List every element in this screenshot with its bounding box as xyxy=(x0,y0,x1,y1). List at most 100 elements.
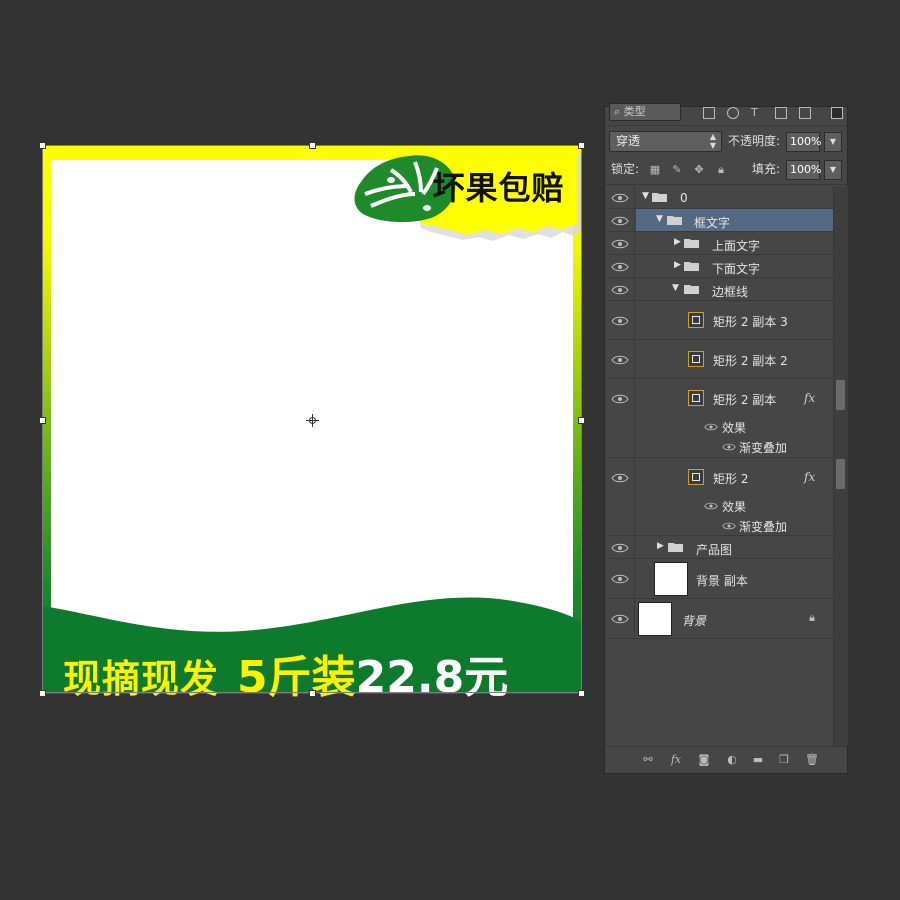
folder-open-icon xyxy=(652,193,667,202)
transform-handle-bottom-right[interactable] xyxy=(578,690,585,697)
eye-icon[interactable] xyxy=(611,215,629,227)
new-layer-icon[interactable]: ❐ xyxy=(777,753,791,766)
search-icon: ⌕ xyxy=(614,105,621,118)
slogan-price: 22.8 xyxy=(355,652,465,703)
delete-layer-trash-icon[interactable]: 🗑︎ xyxy=(805,753,819,766)
layer-name: 背景 副本 xyxy=(696,574,748,588)
opacity-dropdown-icon[interactable]: ▼ xyxy=(824,132,842,152)
layer-row-background[interactable]: 背景 🔒︎ xyxy=(605,599,833,639)
eye-icon[interactable] xyxy=(611,542,629,554)
effect-gradient-overlay[interactable]: 渐变叠加 xyxy=(739,518,787,535)
layers-footer-toolbar: ⚯ fx ◙ ◐ ▬ ❐ 🗑︎ xyxy=(605,746,847,773)
layer-row-group-top-text[interactable]: ▶ 上面文字 xyxy=(605,232,833,255)
eye-icon[interactable] xyxy=(611,472,629,484)
lock-all-icon[interactable]: 🔒︎ xyxy=(715,164,727,176)
layer-name: 0 xyxy=(680,191,688,205)
filter-kind-select[interactable]: ⌕ 类型 xyxy=(609,103,681,121)
effects-eye-icon[interactable] xyxy=(704,422,718,432)
shape-layer-thumbnail-icon xyxy=(688,390,704,406)
transform-handle-bottom-left[interactable] xyxy=(39,690,46,697)
chevron-down-icon[interactable]: ▼ xyxy=(672,283,679,293)
add-style-fx-icon[interactable]: fx xyxy=(669,753,683,766)
layer-row-rect-copy-2[interactable]: 矩形 2 副本 2 xyxy=(605,340,833,379)
layers-scrollbar[interactable] xyxy=(833,186,848,746)
layer-body: ▶ 上面文字 xyxy=(636,232,833,254)
effect-eye-icon[interactable] xyxy=(722,442,736,452)
layer-name: 边框线 xyxy=(712,285,749,299)
eye-icon[interactable] xyxy=(611,393,629,405)
layer-thumbnail xyxy=(638,602,672,636)
filter-type-icon[interactable]: T xyxy=(751,107,763,119)
opacity-label: 不透明度: xyxy=(728,134,781,148)
lock-position-move-icon[interactable]: ✥ xyxy=(693,164,705,176)
fx-icon[interactable]: fx xyxy=(804,391,815,405)
chevron-right-icon[interactable]: ▶ xyxy=(674,260,681,270)
eye-icon[interactable] xyxy=(611,238,629,250)
new-group-folder-icon[interactable]: ▬ xyxy=(751,753,765,766)
layer-row-group-product[interactable]: ▶ 产品图 xyxy=(605,536,833,559)
eye-icon[interactable] xyxy=(611,573,629,585)
scroll-thumb[interactable] xyxy=(836,459,845,489)
fx-icon[interactable]: fx xyxy=(804,470,815,484)
chevron-right-icon[interactable]: ▶ xyxy=(674,237,681,247)
opacity-input[interactable]: 100% xyxy=(786,132,821,152)
filter-toggle[interactable] xyxy=(831,107,843,119)
eye-icon[interactable] xyxy=(611,261,629,273)
filter-shape-icon[interactable] xyxy=(775,107,787,119)
effects-eye-icon[interactable] xyxy=(704,501,718,511)
visibility-column xyxy=(605,458,635,535)
lock-pixels-brush-icon[interactable]: ✎ xyxy=(671,164,683,176)
chevron-down-icon[interactable]: ▼ xyxy=(656,214,663,224)
layer-row-background-copy[interactable]: 背景 副本 xyxy=(605,559,833,599)
layer-row-group-bottom-text[interactable]: ▶ 下面文字 xyxy=(605,255,833,278)
transform-handle-top-left[interactable] xyxy=(39,142,46,149)
layer-row-group-border-lines[interactable]: ▼ 边框线 xyxy=(605,278,833,301)
layer-row-rect[interactable]: 矩形 2 fx 效果 渐变叠加 xyxy=(605,458,833,536)
layer-body: 矩形 2 fx 效果 渐变叠加 xyxy=(636,458,833,535)
layers-panel: ⌕ 类型 T 穿透 ▲ ▼ 不透明度: 100% ▼ 锁定: ▦ ✎ ✥ 🔒︎ 填… xyxy=(604,103,848,774)
add-mask-icon[interactable]: ◙ xyxy=(697,753,711,766)
transform-handle-right[interactable] xyxy=(578,417,585,424)
chevron-right-icon[interactable]: ▶ xyxy=(657,541,664,551)
link-layers-icon[interactable]: ⚯ xyxy=(641,753,655,766)
blend-mode-select[interactable]: 穿透 ▲ ▼ xyxy=(609,131,722,152)
layer-row-rect-copy[interactable]: 矩形 2 副本 fx 效果 渐变叠加 xyxy=(605,379,833,458)
layer-name: 上面文字 xyxy=(712,239,761,253)
folder-icon xyxy=(668,543,683,552)
eye-icon[interactable] xyxy=(611,354,629,366)
transform-handle-bottom[interactable] xyxy=(309,690,316,697)
layer-row-rect-copy-3[interactable]: 矩形 2 副本 3 xyxy=(605,301,833,340)
transform-handle-top-right[interactable] xyxy=(578,142,585,149)
layer-body: ▼ 0 xyxy=(636,186,833,208)
badge-text: 坏果包赔 xyxy=(432,169,565,207)
transform-handle-top[interactable] xyxy=(309,142,316,149)
layer-body: 矩形 2 副本 3 xyxy=(636,301,833,339)
reference-point-icon[interactable] xyxy=(306,414,319,427)
slogan-quantity: 5 xyxy=(237,652,268,703)
fill-dropdown-icon[interactable]: ▼ xyxy=(824,160,842,180)
fill-input[interactable]: 100% xyxy=(786,160,821,180)
chevron-down-icon[interactable]: ▼ xyxy=(642,191,649,201)
layer-row-group-frame-text[interactable]: ▼ 框文字 xyxy=(605,209,833,232)
eye-icon[interactable] xyxy=(611,192,629,204)
filter-smart-object-icon[interactable] xyxy=(799,107,811,119)
layer-row-group-0[interactable]: ▼ 0 xyxy=(605,186,833,209)
filter-pixel-icon[interactable] xyxy=(703,107,715,119)
scroll-thumb[interactable] xyxy=(836,380,845,410)
folder-open-icon xyxy=(684,285,699,294)
filter-adjustment-icon[interactable] xyxy=(727,107,739,119)
layer-body: 背景 副本 xyxy=(636,559,833,598)
lock-icon: 🔒︎ xyxy=(809,611,815,624)
lock-transparent-icon[interactable]: ▦ xyxy=(649,164,661,176)
filter-kind-label: 类型 xyxy=(623,105,646,118)
eye-icon[interactable] xyxy=(611,284,629,296)
effect-eye-icon[interactable] xyxy=(722,521,736,531)
layer-body: ▼ 边框线 xyxy=(636,278,833,300)
blend-opacity-row: 穿透 ▲ ▼ 不透明度: 100% ▼ xyxy=(605,127,847,155)
transform-handle-left[interactable] xyxy=(39,417,46,424)
new-adjustment-layer-icon[interactable]: ◐ xyxy=(725,753,739,766)
lock-fill-row: 锁定: ▦ ✎ ✥ 🔒︎ 填充: 100% ▼ xyxy=(605,156,847,185)
effect-gradient-overlay[interactable]: 渐变叠加 xyxy=(739,439,787,456)
eye-icon[interactable] xyxy=(611,613,629,625)
eye-icon[interactable] xyxy=(611,315,629,327)
